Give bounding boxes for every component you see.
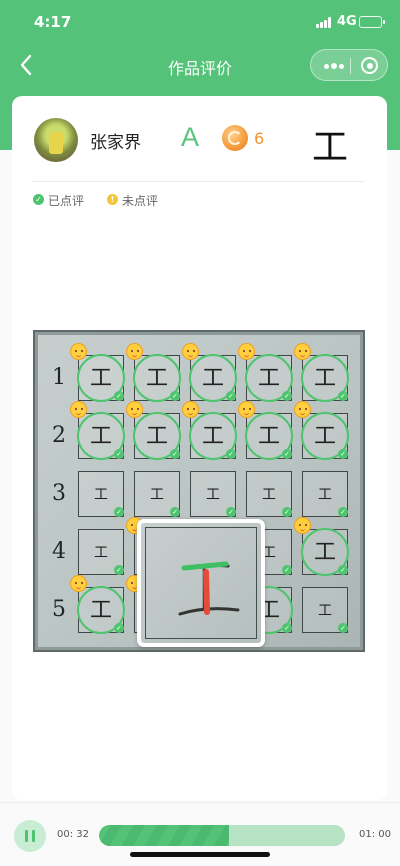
check-icon: ✓: [282, 391, 292, 401]
stroke-zoom-preview[interactable]: [137, 519, 265, 647]
legend-reviewed: ✓ 已点评: [33, 192, 93, 208]
smiley-sticker-icon: [126, 401, 143, 418]
legend-unreviewed-label: 未点评: [122, 194, 159, 208]
check-icon: ✓: [282, 449, 292, 459]
battery-icon: [359, 16, 382, 28]
check-icon: ✓: [114, 623, 124, 633]
check-icon: ✓: [338, 391, 348, 401]
signal-icon: [316, 17, 333, 28]
row-number: 3: [52, 481, 66, 506]
target-character: 工: [312, 127, 349, 168]
more-dots-icon[interactable]: [324, 62, 344, 69]
check-icon: ✓: [282, 507, 292, 517]
smiley-sticker-icon: [70, 343, 87, 360]
network-type: 4G: [337, 14, 357, 29]
check-icon: ✓: [226, 391, 236, 401]
progress-track[interactable]: [99, 825, 345, 846]
avatar[interactable]: [34, 118, 78, 162]
row-number: 2: [52, 423, 66, 448]
student-name: 张家界: [90, 133, 141, 153]
zoom-grid: [145, 527, 257, 639]
smiley-sticker-icon: [238, 343, 255, 360]
exclamation-circle-icon: !: [107, 194, 118, 205]
target-icon[interactable]: [361, 57, 378, 74]
legend-reviewed-label: 已点评: [48, 194, 85, 208]
mini-program-capsule: [310, 49, 388, 81]
smiley-sticker-icon: [182, 343, 199, 360]
check-icon: ✓: [282, 565, 292, 575]
nav-bar: 作品评价: [0, 44, 400, 88]
smiley-sticker-icon: [294, 517, 311, 534]
stroke-drawing: [178, 561, 240, 616]
smiley-sticker-icon: [294, 343, 311, 360]
row-number: 1: [52, 365, 66, 390]
check-icon: ✓: [338, 623, 348, 633]
check-icon: ✓: [170, 507, 180, 517]
check-icon: ✓: [338, 565, 348, 575]
smiley-sticker-icon: [126, 343, 143, 360]
row-number: 5: [52, 597, 66, 622]
divider: [32, 181, 365, 182]
progress-fill: [99, 825, 230, 846]
battery-tip: [383, 20, 385, 24]
check-icon: ✓: [114, 449, 124, 459]
check-icon: ✓: [170, 449, 180, 459]
grade-badge: A: [181, 122, 200, 152]
check-icon: ✓: [338, 507, 348, 517]
total-time: 01: 00: [359, 829, 391, 840]
check-icon: ✓: [170, 391, 180, 401]
check-icon: ✓: [114, 565, 124, 575]
smiley-sticker-icon: [70, 401, 87, 418]
status-bar: 4:17 4G: [0, 0, 400, 44]
coin-count: 6: [254, 129, 265, 148]
elapsed-time: 00: 32: [57, 829, 89, 840]
check-icon: ✓: [338, 449, 348, 459]
check-icon: ✓: [114, 507, 124, 517]
smiley-sticker-icon: [182, 401, 199, 418]
status-time: 4:17: [34, 13, 72, 31]
home-indicator: [130, 852, 270, 857]
coin-icon: [222, 125, 248, 151]
smiley-sticker-icon: [238, 401, 255, 418]
capsule-divider: [350, 58, 351, 74]
check-circle-icon: ✓: [33, 194, 44, 205]
row-number: 4: [52, 539, 66, 564]
legend-unreviewed: ! 未点评: [107, 192, 167, 208]
smiley-sticker-icon: [294, 401, 311, 418]
check-icon: ✓: [282, 623, 292, 633]
smiley-sticker-icon: [70, 575, 87, 592]
check-icon: ✓: [114, 391, 124, 401]
check-icon: ✓: [226, 449, 236, 459]
check-icon: ✓: [226, 507, 236, 517]
pause-icon[interactable]: [14, 820, 46, 852]
